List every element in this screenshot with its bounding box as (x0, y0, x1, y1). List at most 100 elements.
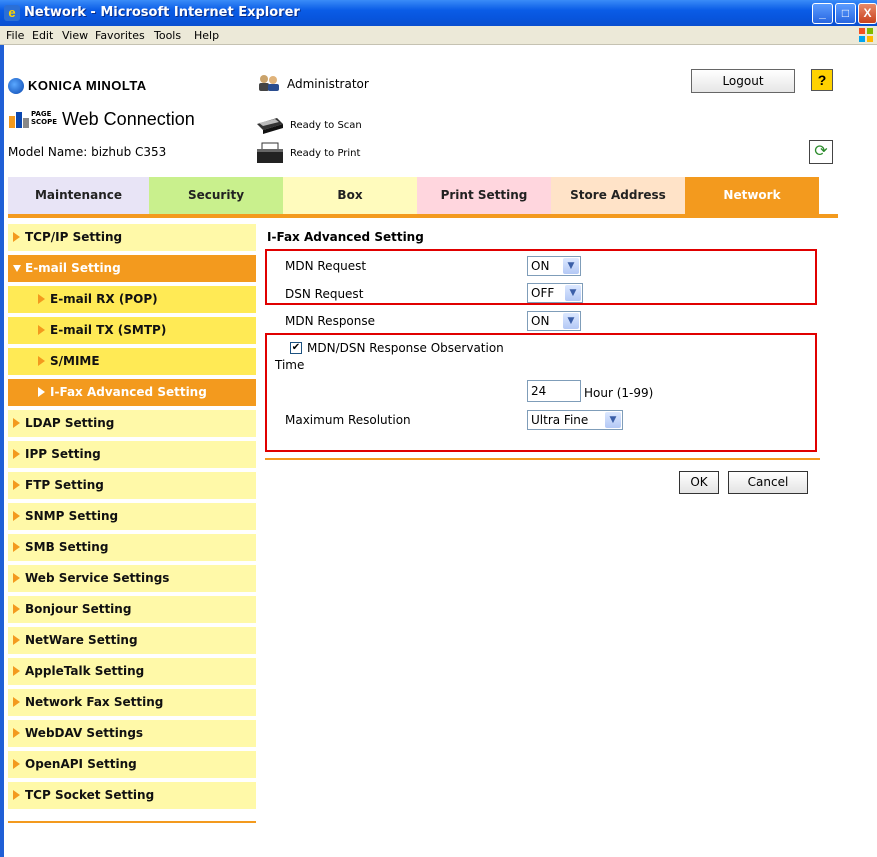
minimize-button[interactable]: _ (812, 3, 833, 24)
time-label: Time (275, 358, 305, 372)
sidebar-item-e-mail-setting[interactable]: E-mail Setting (8, 255, 256, 284)
time-unit-label: Hour (1-99) (584, 386, 654, 400)
sidebar-item-network-fax-setting[interactable]: Network Fax Setting (8, 689, 256, 718)
sidebar-item-snmp-setting[interactable]: SNMP Setting (8, 503, 256, 532)
sidebar-item-openapi-setting[interactable]: OpenAPI Setting (8, 751, 256, 780)
triangle-right-icon (13, 511, 20, 521)
tab-security[interactable]: Security (149, 177, 283, 214)
scan-status: Ready to Scan (290, 120, 362, 131)
chevron-down-icon: ▼ (563, 258, 579, 274)
dsn-request-select[interactable]: OFF ▼ (527, 283, 583, 303)
triangle-right-icon (38, 294, 45, 304)
sidebar-item-tcp-ip-setting[interactable]: TCP/IP Setting (8, 224, 256, 253)
menu-favorites[interactable]: Favorites (95, 29, 145, 42)
title-bar: e Network - Microsoft Internet Explorer … (0, 0, 877, 26)
sidebar-item-label: Bonjour Setting (25, 602, 132, 616)
menu-edit[interactable]: Edit (32, 29, 53, 42)
max-resolution-label: Maximum Resolution (285, 413, 411, 427)
triangle-right-icon (13, 759, 20, 769)
mdn-request-label: MDN Request (285, 259, 367, 273)
chevron-down-icon: ▼ (565, 285, 581, 301)
refresh-icon[interactable]: ⟳ (809, 140, 833, 164)
sidebar-item-e-mail-rx-pop[interactable]: E-mail RX (POP) (8, 286, 256, 315)
tab-print-setting[interactable]: Print Setting (417, 177, 551, 214)
page-title: I-Fax Advanced Setting (267, 230, 424, 244)
sidebar-item-appletalk-setting[interactable]: AppleTalk Setting (8, 658, 256, 687)
sidebar-item-smb-setting[interactable]: SMB Setting (8, 534, 256, 563)
sidebar-item-label: S/MIME (50, 354, 100, 368)
dsn-request-value: OFF (531, 286, 555, 300)
observation-label: MDN/DSN Response Observation (307, 341, 504, 355)
sidebar-item-label: SMB Setting (25, 540, 109, 554)
sidebar-item-label: E-mail Setting (25, 261, 121, 275)
sidebar-item-label: OpenAPI Setting (25, 757, 137, 771)
sidebar-item-label: WebDAV Settings (25, 726, 144, 740)
sidebar-item-e-mail-tx-smtp[interactable]: E-mail TX (SMTP) (8, 317, 256, 346)
triangle-right-icon (13, 418, 20, 428)
triangle-right-icon (13, 697, 20, 707)
chevron-down-icon: ▼ (605, 412, 621, 428)
sidebar-item-bonjour-setting[interactable]: Bonjour Setting (8, 596, 256, 625)
tab-store-address[interactable]: Store Address (551, 177, 685, 214)
triangle-right-icon (38, 356, 45, 366)
sidebar-item-label: Network Fax Setting (25, 695, 164, 709)
sidebar-item-netware-setting[interactable]: NetWare Setting (8, 627, 256, 656)
mdn-response-select[interactable]: ON ▼ (527, 311, 581, 331)
sidebar-item-web-service-settings[interactable]: Web Service Settings (8, 565, 256, 594)
maximize-button[interactable]: □ (835, 3, 856, 24)
mdn-response-label: MDN Response (285, 314, 376, 328)
triangle-down-icon (13, 265, 21, 272)
window-title: Network - Microsoft Internet Explorer (24, 5, 300, 20)
windows-logo-icon (859, 28, 873, 42)
administrator-icon (259, 75, 279, 91)
ie-icon[interactable]: e (4, 5, 20, 21)
triangle-right-icon (13, 728, 20, 738)
ok-button[interactable]: OK (679, 471, 719, 494)
sidebar-item-label: NetWare Setting (25, 633, 138, 647)
sidebar-item-ftp-setting[interactable]: FTP Setting (8, 472, 256, 501)
sidebar-item-webdav-settings[interactable]: WebDAV Settings (8, 720, 256, 749)
pagescope-label: PAGE SCOPE (31, 110, 58, 126)
tab-maintenance[interactable]: Maintenance (8, 177, 149, 214)
observation-checkbox[interactable]: ✔ (290, 342, 302, 354)
time-input[interactable]: 24 (527, 380, 581, 402)
sidebar-item-label: AppleTalk Setting (25, 664, 145, 678)
sidebar-item-label: E-mail RX (POP) (50, 292, 158, 306)
sidebar-item-ldap-setting[interactable]: LDAP Setting (8, 410, 256, 439)
max-resolution-select[interactable]: Ultra Fine ▼ (527, 410, 623, 430)
sidebar-item-i-fax-advanced-setting[interactable]: I-Fax Advanced Setting (8, 379, 256, 408)
menu-view[interactable]: View (62, 29, 88, 42)
triangle-right-icon (13, 480, 20, 490)
sidebar-item-tcp-socket-setting[interactable]: TCP Socket Setting (8, 782, 256, 811)
sidebar-item-s-mime[interactable]: S/MIME (8, 348, 256, 377)
triangle-right-icon (13, 790, 20, 800)
logout-button[interactable]: Logout (691, 69, 795, 93)
triangle-right-icon (38, 387, 45, 397)
menu-help[interactable]: Help (194, 29, 219, 42)
sidebar-item-label: TCP/IP Setting (25, 230, 123, 244)
help-icon[interactable]: ? (811, 69, 833, 91)
menu-file[interactable]: File (6, 29, 24, 42)
menu-tools[interactable]: Tools (154, 29, 181, 42)
content-divider (265, 458, 820, 460)
chevron-down-icon: ▼ (563, 313, 579, 329)
cancel-button[interactable]: Cancel (728, 471, 808, 494)
triangle-right-icon (13, 666, 20, 676)
close-button[interactable]: X (858, 3, 877, 24)
user-name: Administrator (287, 77, 369, 91)
mdn-request-value: ON (531, 259, 550, 273)
mdn-request-select[interactable]: ON ▼ (527, 256, 581, 276)
tab-network[interactable]: Network (685, 177, 819, 214)
sidebar-item-label: LDAP Setting (25, 416, 115, 430)
triangle-right-icon (13, 542, 20, 552)
pagescope-icon (9, 112, 29, 128)
sidebar-item-label: I-Fax Advanced Setting (50, 385, 207, 399)
triangle-right-icon (13, 449, 20, 459)
triangle-right-icon (13, 604, 20, 614)
konica-logo-icon (8, 78, 24, 94)
sidebar-item-label: E-mail TX (SMTP) (50, 323, 167, 337)
sidebar-item-ipp-setting[interactable]: IPP Setting (8, 441, 256, 470)
model-name: Model Name: bizhub C353 (8, 145, 167, 159)
print-status: Ready to Print (290, 148, 361, 159)
tab-box[interactable]: Box (283, 177, 417, 214)
